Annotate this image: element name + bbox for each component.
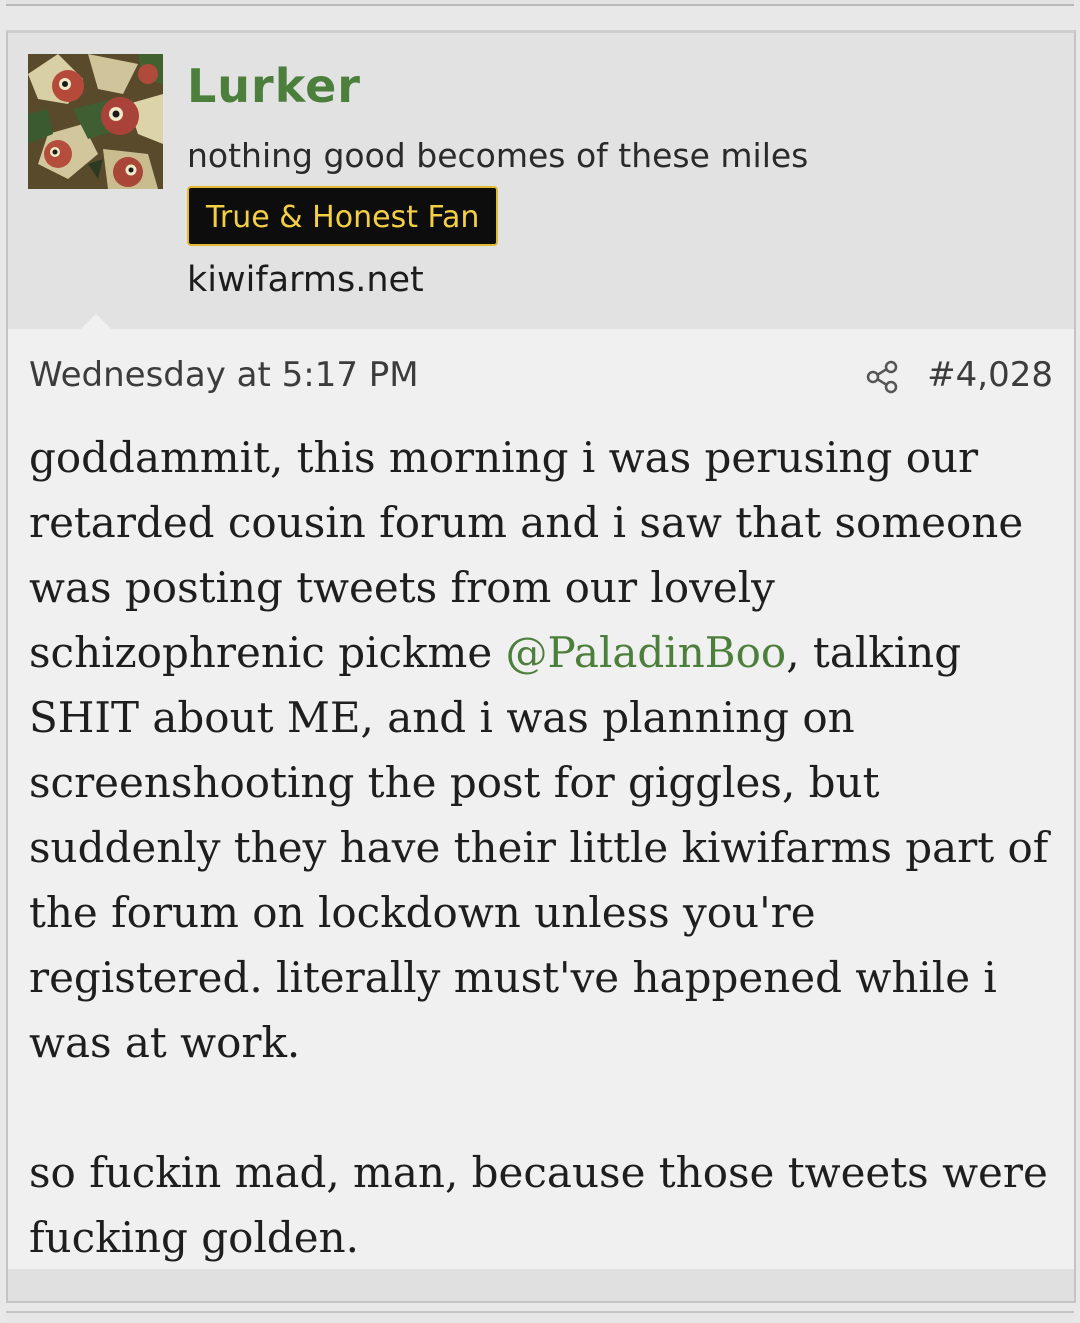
forum-post: Lurker nothing good becomes of these mil… bbox=[6, 30, 1076, 1303]
post-number[interactable]: #4,028 bbox=[927, 355, 1053, 395]
user-avatar[interactable] bbox=[28, 54, 163, 189]
username[interactable]: Lurker bbox=[187, 59, 361, 113]
user-site: kiwifarms.net bbox=[187, 260, 424, 300]
next-post-edge bbox=[6, 1311, 1074, 1323]
post-paragraph: so fuckin mad, man, because those tweets… bbox=[29, 1148, 1048, 1262]
post-user-header: Lurker nothing good becomes of these mil… bbox=[8, 33, 1074, 330]
post-date[interactable]: Wednesday at 5:17 PM bbox=[29, 355, 419, 395]
user-title: nothing good becomes of these miles bbox=[187, 136, 809, 175]
header-pointer bbox=[80, 314, 112, 330]
post-paragraph: goddammit, this morning i was perusing o… bbox=[29, 425, 1059, 1075]
user-banner: True & Honest Fan bbox=[187, 186, 499, 246]
user-mention-link[interactable]: @PaladinBoo bbox=[506, 628, 787, 677]
post-text: , talking SHIT about ME, and i was plann… bbox=[29, 628, 1049, 1067]
post-footer bbox=[8, 1269, 1074, 1301]
post-body: goddammit, this morning i was perusing o… bbox=[29, 425, 1059, 1270]
share-icon[interactable] bbox=[864, 359, 900, 395]
avatar-image-icon bbox=[28, 54, 163, 189]
previous-post-edge bbox=[6, 0, 1074, 6]
